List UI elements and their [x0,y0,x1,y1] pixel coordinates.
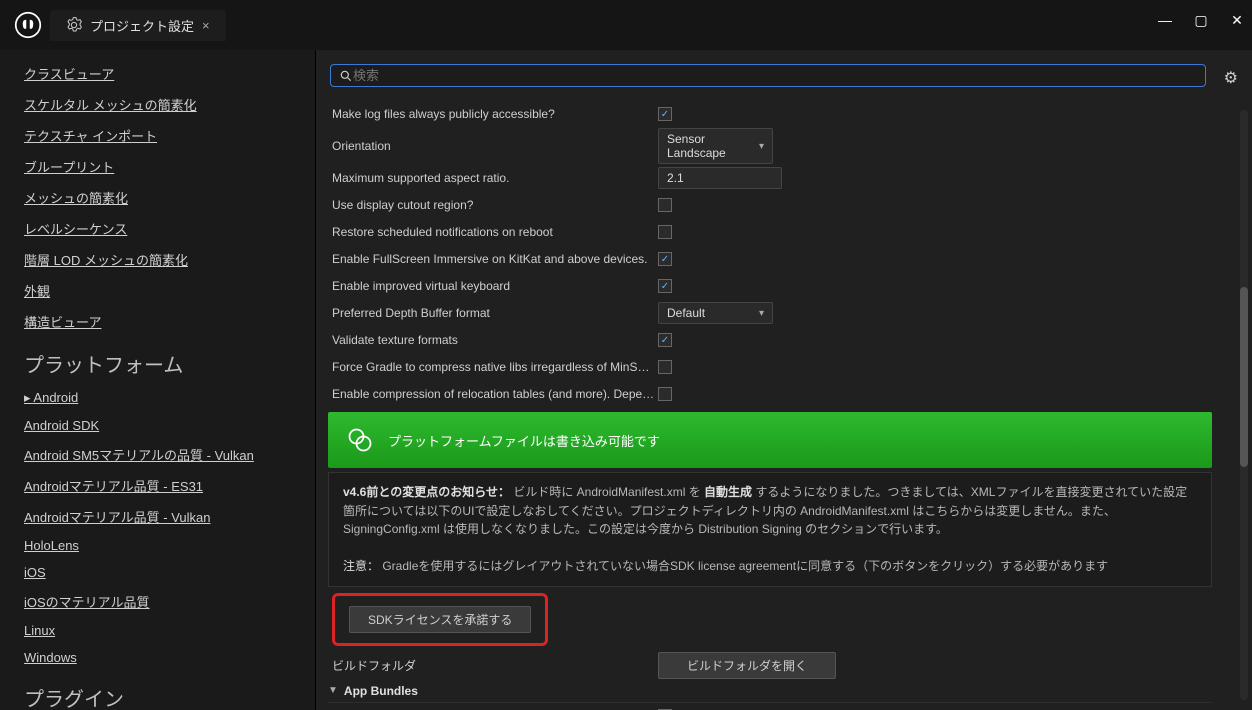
sidebar-item[interactable]: iOS [24,559,315,586]
setting-label: Make log files always publicly accessibl… [328,107,658,121]
highlighted-accept-wrap: SDKライセンスを承諾する [332,593,548,646]
settings-icon [66,17,82,33]
setting-label: Enable compression of relocation tables … [328,387,658,401]
checkbox[interactable] [658,225,672,239]
writable-banner: プラットフォームファイルは書き込み可能です [328,412,1212,468]
build-folder-label: ビルドフォルダ [328,657,658,674]
unreal-logo-icon [14,11,42,39]
window-maximize[interactable]: ▢ [1192,12,1210,29]
accept-sdk-license-button[interactable]: SDKライセンスを承諾する [349,606,531,633]
titlebar: プロジェクト設定 × — ▢ ✕ [0,0,1252,50]
checkbox[interactable] [658,360,672,374]
dropdown[interactable]: Sensor Landscape▾ [658,128,773,164]
sidebar-item[interactable]: 外観 [24,275,315,306]
sidebar-item[interactable]: Android SDK [24,412,315,439]
sidebar-section-platform: プラットフォーム [24,337,315,384]
search-box[interactable] [330,64,1206,87]
setting-label: Orientation [328,139,658,153]
sidebar-item[interactable]: テクスチャ インポート [24,120,315,151]
section-app-bundles[interactable]: ▼ App Bundles [328,680,1212,703]
window-minimize[interactable]: — [1156,12,1174,29]
notice-box: v4.6前との変更点のお知らせ： ビルド時に AndroidManifest.x… [328,472,1212,587]
gear-check-icon [346,426,374,454]
setting-label: Enable improved virtual keyboard [328,279,658,293]
setting-label: Enable FullScreen Immersive on KitKat an… [328,252,658,266]
sidebar-item[interactable]: Androidマテリアル品質 - ES31 [24,470,315,501]
setting-label: Restore scheduled notifications on reboo… [328,225,658,239]
setting-label: Force Gradle to compress native libs irr… [328,360,658,374]
sidebar-item[interactable]: メッシュの簡素化 [24,182,315,213]
sidebar-item[interactable]: 階層 LOD メッシュの簡素化 [24,244,315,275]
sidebar-item[interactable]: Windows [24,644,315,671]
sidebar-item[interactable]: Android [24,384,315,412]
sidebar-item[interactable]: Linux [24,617,315,644]
search-icon [339,69,353,83]
sidebar-item[interactable]: Android SM5マテリアルの品質 - Vulkan [24,439,315,470]
setting-label: Validate texture formats [328,333,658,347]
window-close[interactable]: ✕ [1228,12,1246,29]
sidebar-section-plugin: プラグイン [24,671,315,710]
sidebar-item[interactable]: Androidマテリアル品質 - Vulkan [24,501,315,532]
tab-close[interactable]: × [202,18,210,33]
sidebar-item[interactable]: 構造ビューア [24,306,315,337]
dropdown[interactable]: Default▾ [658,302,773,324]
setting-label: Use display cutout region? [328,198,658,212]
sidebar-item[interactable]: スケルタル メッシュの簡素化 [24,89,315,120]
checkbox[interactable] [658,279,672,293]
chevron-down-icon: ▾ [759,141,764,152]
checkbox[interactable] [658,333,672,347]
sidebar-item[interactable]: クラスビューア [24,58,315,89]
text-input[interactable]: 2.1 [658,167,782,189]
sidebar-item[interactable]: レベルシーケンス [24,213,315,244]
search-input[interactable] [353,68,1197,83]
chevron-down-icon: ▾ [759,308,764,319]
settings-main: ⚙ Make log files always publicly accessi… [316,50,1252,710]
checkbox[interactable] [658,198,672,212]
sidebar-item[interactable]: ブループリント [24,151,315,182]
tab-title: プロジェクト設定 [90,16,194,35]
setting-label: Preferred Depth Buffer format [328,306,658,320]
triangle-down-icon: ▼ [328,685,338,696]
sidebar-item[interactable]: HoloLens [24,532,315,559]
checkbox[interactable] [658,107,672,121]
checkbox[interactable] [658,387,672,401]
setting-label: Maximum supported aspect ratio. [328,171,658,185]
open-build-folder-button[interactable]: ビルドフォルダを開く [658,652,836,679]
checkbox[interactable] [658,252,672,266]
sidebar: クラスビューアスケルタル メッシュの簡素化テクスチャ インポートブループリントメ… [0,50,316,710]
tab-project-settings[interactable]: プロジェクト設定 × [50,10,226,41]
scrollbar[interactable] [1240,110,1248,700]
settings-gear-icon[interactable]: ⚙ [1224,68,1238,88]
sidebar-item[interactable]: iOSのマテリアル品質 [24,586,315,617]
